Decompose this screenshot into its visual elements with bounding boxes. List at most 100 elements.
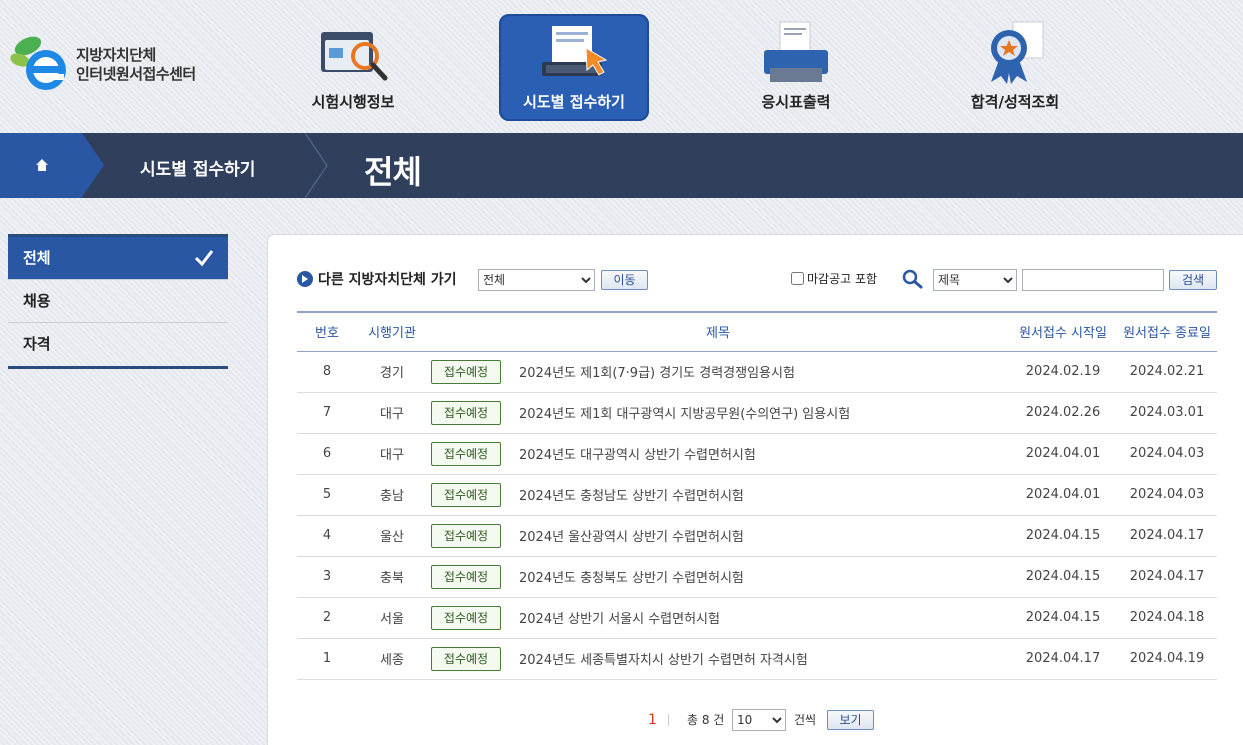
row-title-cell[interactable]: 2024년도 제1회(7·9급) 경기도 경력경쟁임용시험 xyxy=(511,351,1009,393)
table-body: 8 경기 접수예정 2024년도 제1회(7·9급) 경기도 경력경쟁임용시험 2024… xyxy=(297,351,1217,680)
check-icon xyxy=(194,250,214,267)
col-org: 시행기관 xyxy=(368,326,416,342)
breadcrumb-arrow xyxy=(82,133,104,197)
table-row[interactable]: 5 충남 접수예정 2024년도 충청남도 상반기 수렵면허시험 2024.04.01 2… xyxy=(297,474,1217,516)
status-badge-cell: 접수예정 xyxy=(427,515,511,557)
page-divider xyxy=(668,714,669,726)
sidebar-item-label: 자격 xyxy=(23,335,51,353)
table-row[interactable]: 6 대구 접수예정 2024년도 대구광역시 상반기 수렵면허시험 2024.04.01… xyxy=(297,433,1217,475)
laptop-click-icon xyxy=(542,26,608,76)
folder-search-icon xyxy=(321,32,388,81)
goto-label: 다른 지방자치단체 가기 xyxy=(318,272,457,288)
go-button[interactable]: 이동 xyxy=(601,270,648,290)
status-badge[interactable]: 접수예정 xyxy=(431,441,501,466)
home-icon xyxy=(36,159,48,171)
view-button[interactable]: 보기 xyxy=(827,710,874,730)
nav-region-apply[interactable]: 시도별 접수하기 xyxy=(499,14,649,121)
row-title-cell[interactable]: 2024년도 충청북도 상반기 수렵면허시험 xyxy=(511,556,1009,598)
printer-icon xyxy=(764,21,828,82)
row-start-date-cell: 2024.04.15 xyxy=(1009,515,1117,557)
sidebar-item-license[interactable]: 자격 xyxy=(8,323,228,366)
status-badge-cell: 접수예정 xyxy=(427,433,511,475)
site-header: 지방자치단체 인터넷원서접수센터 시험시행정보 시도별 접수하기 응시표출력 합… xyxy=(0,0,1243,133)
row-org-cell: 경기 xyxy=(357,351,427,393)
sidebar-item-recruit[interactable]: 채용 xyxy=(8,280,228,323)
table-row[interactable]: 7 대구 접수예정 2024년도 제1회 대구광역시 지방공무원(수의연구) 임용시험… xyxy=(297,392,1217,434)
table-row[interactable]: 1 세종 접수예정 2024년도 세종특별자치시 상반기 수렵면허 자격시험 2024.… xyxy=(297,638,1217,680)
row-title-cell[interactable]: 2024년도 충청남도 상반기 수렵면허시험 xyxy=(511,474,1009,516)
nav-exam-info[interactable]: 시험시행정보 xyxy=(278,14,428,121)
row-title-cell[interactable]: 2024년도 세종특별자치시 상반기 수렵면허 자격시험 xyxy=(511,638,1009,680)
include-closed-checkbox-wrap[interactable]: 마감공고 포함 xyxy=(791,270,877,287)
status-badge-cell: 접수예정 xyxy=(427,351,511,393)
search-field-select[interactable]: 제목 xyxy=(933,269,1017,291)
row-num-cell: 2 xyxy=(297,597,357,639)
row-start-date-cell: 2024.04.01 xyxy=(1009,474,1117,516)
row-num-cell: 6 xyxy=(297,433,357,475)
nav-label: 시도별 접수하기 xyxy=(523,93,625,111)
table-header-row: 번호 시행기관 제목 원서접수 시작일 원서접수 종료일 xyxy=(297,312,1217,351)
row-start-date-cell: 2024.02.26 xyxy=(1009,392,1117,434)
include-closed-checkbox[interactable] xyxy=(791,272,804,285)
region-select[interactable]: 전체 xyxy=(478,269,595,291)
total-count: 총 8 건 xyxy=(687,713,725,727)
row-num-cell: 1 xyxy=(297,638,357,680)
page-number[interactable]: 1 xyxy=(648,712,657,728)
row-title-cell[interactable]: 2024년 울산광역시 상반기 수렵면허시험 xyxy=(511,515,1009,557)
row-title-cell[interactable]: 2024년 상반기 서울시 수렵면허시험 xyxy=(511,597,1009,639)
row-num-cell: 7 xyxy=(297,392,357,434)
nav-label: 합격/성적조회 xyxy=(970,93,1060,111)
page-size-select[interactable]: 10 xyxy=(732,709,786,731)
logo-text: 지방자치단체 인터넷원서접수센터 xyxy=(76,46,196,84)
row-end-date-cell: 2024.04.17 xyxy=(1117,515,1217,557)
row-end-date-cell: 2024.04.19 xyxy=(1117,638,1217,680)
nav-label: 응시표출력 xyxy=(761,93,831,111)
table-row[interactable]: 2 서울 접수예정 2024년 상반기 서울시 수렵면허시험 2024.04.15 202… xyxy=(297,597,1217,639)
status-badge[interactable]: 접수예정 xyxy=(431,605,501,630)
exam-table: 번호 시행기관 제목 원서접수 시작일 원서접수 종료일 8 경기 접수예정 2024… xyxy=(297,311,1217,680)
search-input[interactable] xyxy=(1022,269,1164,291)
breadcrumb-level1[interactable]: 시도별 접수하기 xyxy=(140,155,255,180)
status-badge-cell: 접수예정 xyxy=(427,556,511,598)
row-end-date-cell: 2024.04.17 xyxy=(1117,556,1217,598)
status-badge[interactable]: 접수예정 xyxy=(431,400,501,425)
status-badge[interactable]: 접수예정 xyxy=(431,482,501,507)
logo-line1: 지방자치단체 xyxy=(76,46,156,64)
logo-line2: 인터넷원서접수센터 xyxy=(76,65,196,83)
site-logo[interactable]: 지방자치단체 인터넷원서접수센터 xyxy=(8,28,228,98)
breadcrumb-separator-icon xyxy=(305,133,328,198)
row-end-date-cell: 2024.04.03 xyxy=(1117,474,1217,516)
search-button[interactable]: 검색 xyxy=(1169,270,1217,290)
status-badge[interactable]: 접수예정 xyxy=(431,564,501,589)
row-end-date-cell: 2024.02.21 xyxy=(1117,351,1217,393)
row-num-cell: 3 xyxy=(297,556,357,598)
row-start-date-cell: 2024.04.15 xyxy=(1009,597,1117,639)
search-icon xyxy=(902,269,923,289)
table-row[interactable]: 4 울산 접수예정 2024년 울산광역시 상반기 수렵면허시험 2024.04.15 2… xyxy=(297,515,1217,557)
status-badge[interactable]: 접수예정 xyxy=(431,646,501,671)
col-start: 원서접수 시작일 xyxy=(1019,326,1107,342)
col-end: 원서접수 종료일 xyxy=(1123,326,1211,342)
row-title-cell[interactable]: 2024년도 제1회 대구광역시 지방공무원(수의연구) 임용시험 xyxy=(511,392,1009,434)
row-title-cell[interactable]: 2024년도 대구광역시 상반기 수렵면허시험 xyxy=(511,433,1009,475)
col-title: 제목 xyxy=(706,326,730,342)
status-badge[interactable]: 접수예정 xyxy=(431,523,501,548)
arrow-circle-icon xyxy=(297,271,313,287)
nav-result-check[interactable]: 합격/성적조회 xyxy=(940,14,1090,121)
sidebar-item-label: 전체 xyxy=(23,249,51,267)
row-start-date-cell: 2024.04.15 xyxy=(1009,556,1117,598)
table-row[interactable]: 8 경기 접수예정 2024년도 제1회(7·9급) 경기도 경력경쟁임용시험 2024… xyxy=(297,351,1217,393)
row-num-cell: 8 xyxy=(297,351,357,393)
row-org-cell: 충북 xyxy=(357,556,427,598)
row-start-date-cell: 2024.04.01 xyxy=(1009,433,1117,475)
status-badge[interactable]: 접수예정 xyxy=(431,359,501,384)
status-badge-cell: 접수예정 xyxy=(427,392,511,434)
include-closed-label: 마감공고 포함 xyxy=(807,272,878,286)
table-row[interactable]: 3 충북 접수예정 2024년도 충청북도 상반기 수렵면허시험 2024.04.15 2… xyxy=(297,556,1217,598)
home-button[interactable] xyxy=(0,133,82,198)
nav-ticket-print[interactable]: 응시표출력 xyxy=(721,14,871,121)
row-end-date-cell: 2024.04.18 xyxy=(1117,597,1217,639)
row-end-date-cell: 2024.04.03 xyxy=(1117,433,1217,475)
status-badge-cell: 접수예정 xyxy=(427,638,511,680)
sidebar-item-all[interactable]: 전체 xyxy=(8,237,228,280)
